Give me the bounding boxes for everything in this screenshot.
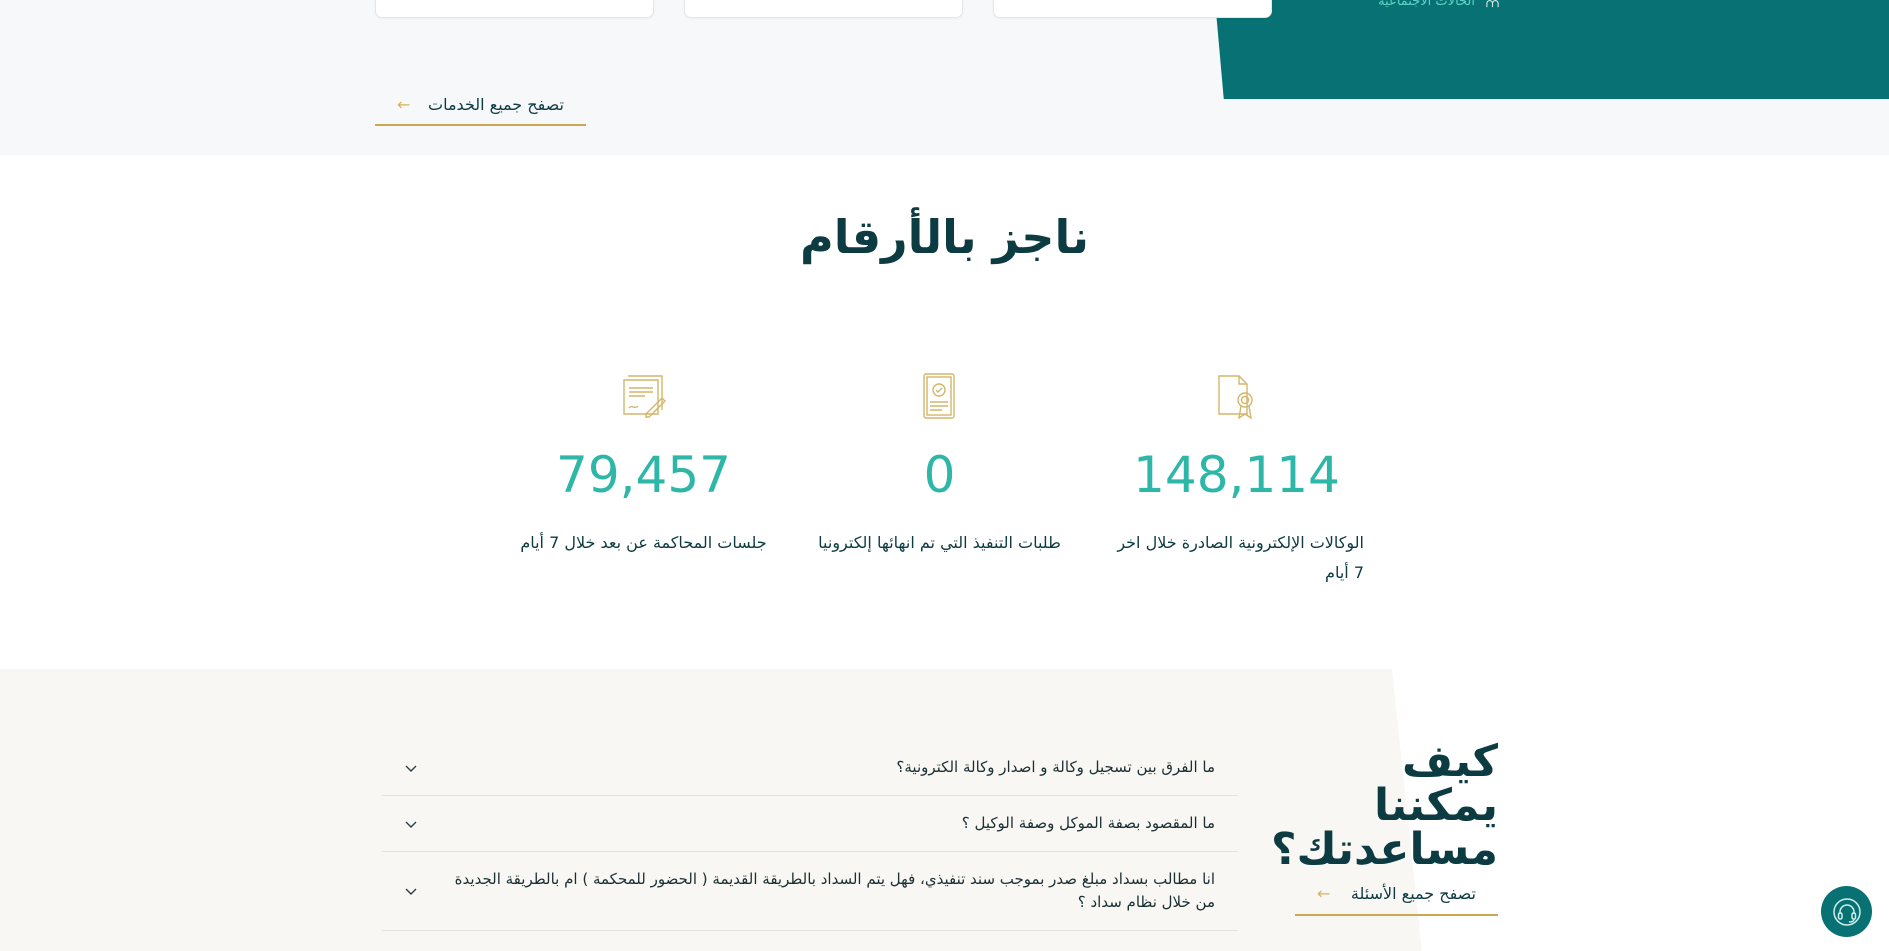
stats-title: ناجز بالأرقام: [799, 210, 1090, 264]
stat-card: 148,114 الوكالات الإلكترونية الصادرة خلا…: [1109, 370, 1364, 588]
stat-number: 148,114: [1133, 446, 1340, 504]
faq-item[interactable]: ما المقصود بصفة الموكل وصفة الوكيل ؟: [382, 796, 1238, 852]
contract-sign-icon: [622, 375, 666, 418]
faq-item[interactable]: انا مطالب بسداد مبلغ صدر بموجب سند تنفيذ…: [382, 852, 1238, 931]
social-cases-link[interactable]: الحالات الاجتماعية: [1378, 0, 1500, 9]
stat-label: طلبات التنفيذ التي تم انهائها إلكترونيا: [818, 533, 1061, 552]
browse-services-button[interactable]: تصفح جميع الخدمات ←: [375, 84, 586, 126]
stat-card: 79,457 جلسات المحاكمة عن بعد خلال 7 أيام: [516, 370, 771, 558]
faq-item[interactable]: ما الفرق بين تسجيل وكالة و اصدار وكالة ا…: [382, 740, 1238, 796]
service-card[interactable]: [375, 0, 654, 18]
chevron-down-icon: [405, 888, 417, 895]
stat-number: 79,457: [556, 446, 731, 504]
chevron-down-icon: [405, 765, 417, 772]
headset-icon: [1832, 897, 1861, 926]
browse-faq-button[interactable]: تصفح جميع الأسئلة ←: [1295, 872, 1498, 916]
teal-panel: [1215, 0, 1889, 99]
faq-question: انا مطالب بسداد مبلغ صدر بموجب سند تنفيذ…: [454, 870, 1215, 911]
faq-question: ما الفرق بين تسجيل وكالة و اصدار وكالة ا…: [896, 758, 1215, 776]
service-card[interactable]: [993, 0, 1272, 18]
help-title: كيف يمكننا مساعدتك؟: [1270, 736, 1498, 875]
approved-document-icon: [922, 373, 955, 419]
stat-label: الوكالات الإلكترونية الصادرة خلال اخر 7 …: [1117, 533, 1364, 582]
stat-label: جلسات المحاكمة عن بعد خلال 7 أيام: [520, 533, 767, 552]
social-cases-label: الحالات الاجتماعية: [1378, 0, 1475, 9]
arrow-left-icon: ←: [1317, 883, 1331, 903]
support-chat-button[interactable]: [1821, 886, 1872, 937]
certificate-icon: [1217, 375, 1253, 420]
faq-question: ما المقصود بصفة الموكل وصفة الوكيل ؟: [961, 814, 1215, 832]
arrow-left-icon: ←: [397, 94, 411, 114]
service-card[interactable]: [684, 0, 963, 18]
family-icon: [1486, 0, 1499, 8]
faq-list: ما الفرق بين تسجيل وكالة و اصدار وكالة ا…: [382, 740, 1238, 931]
browse-faq-label: تصفح جميع الأسئلة: [1350, 883, 1476, 903]
browse-services-label: تصفح جميع الخدمات: [428, 94, 564, 114]
page: الحالات الاجتماعية تصفح جميع الخدمات ← ن…: [0, 0, 1889, 951]
stat-card: 0 طلبات التنفيذ التي تم انهائها إلكتروني…: [812, 370, 1067, 558]
chevron-down-icon: [405, 821, 417, 828]
stat-number: 0: [923, 446, 956, 504]
